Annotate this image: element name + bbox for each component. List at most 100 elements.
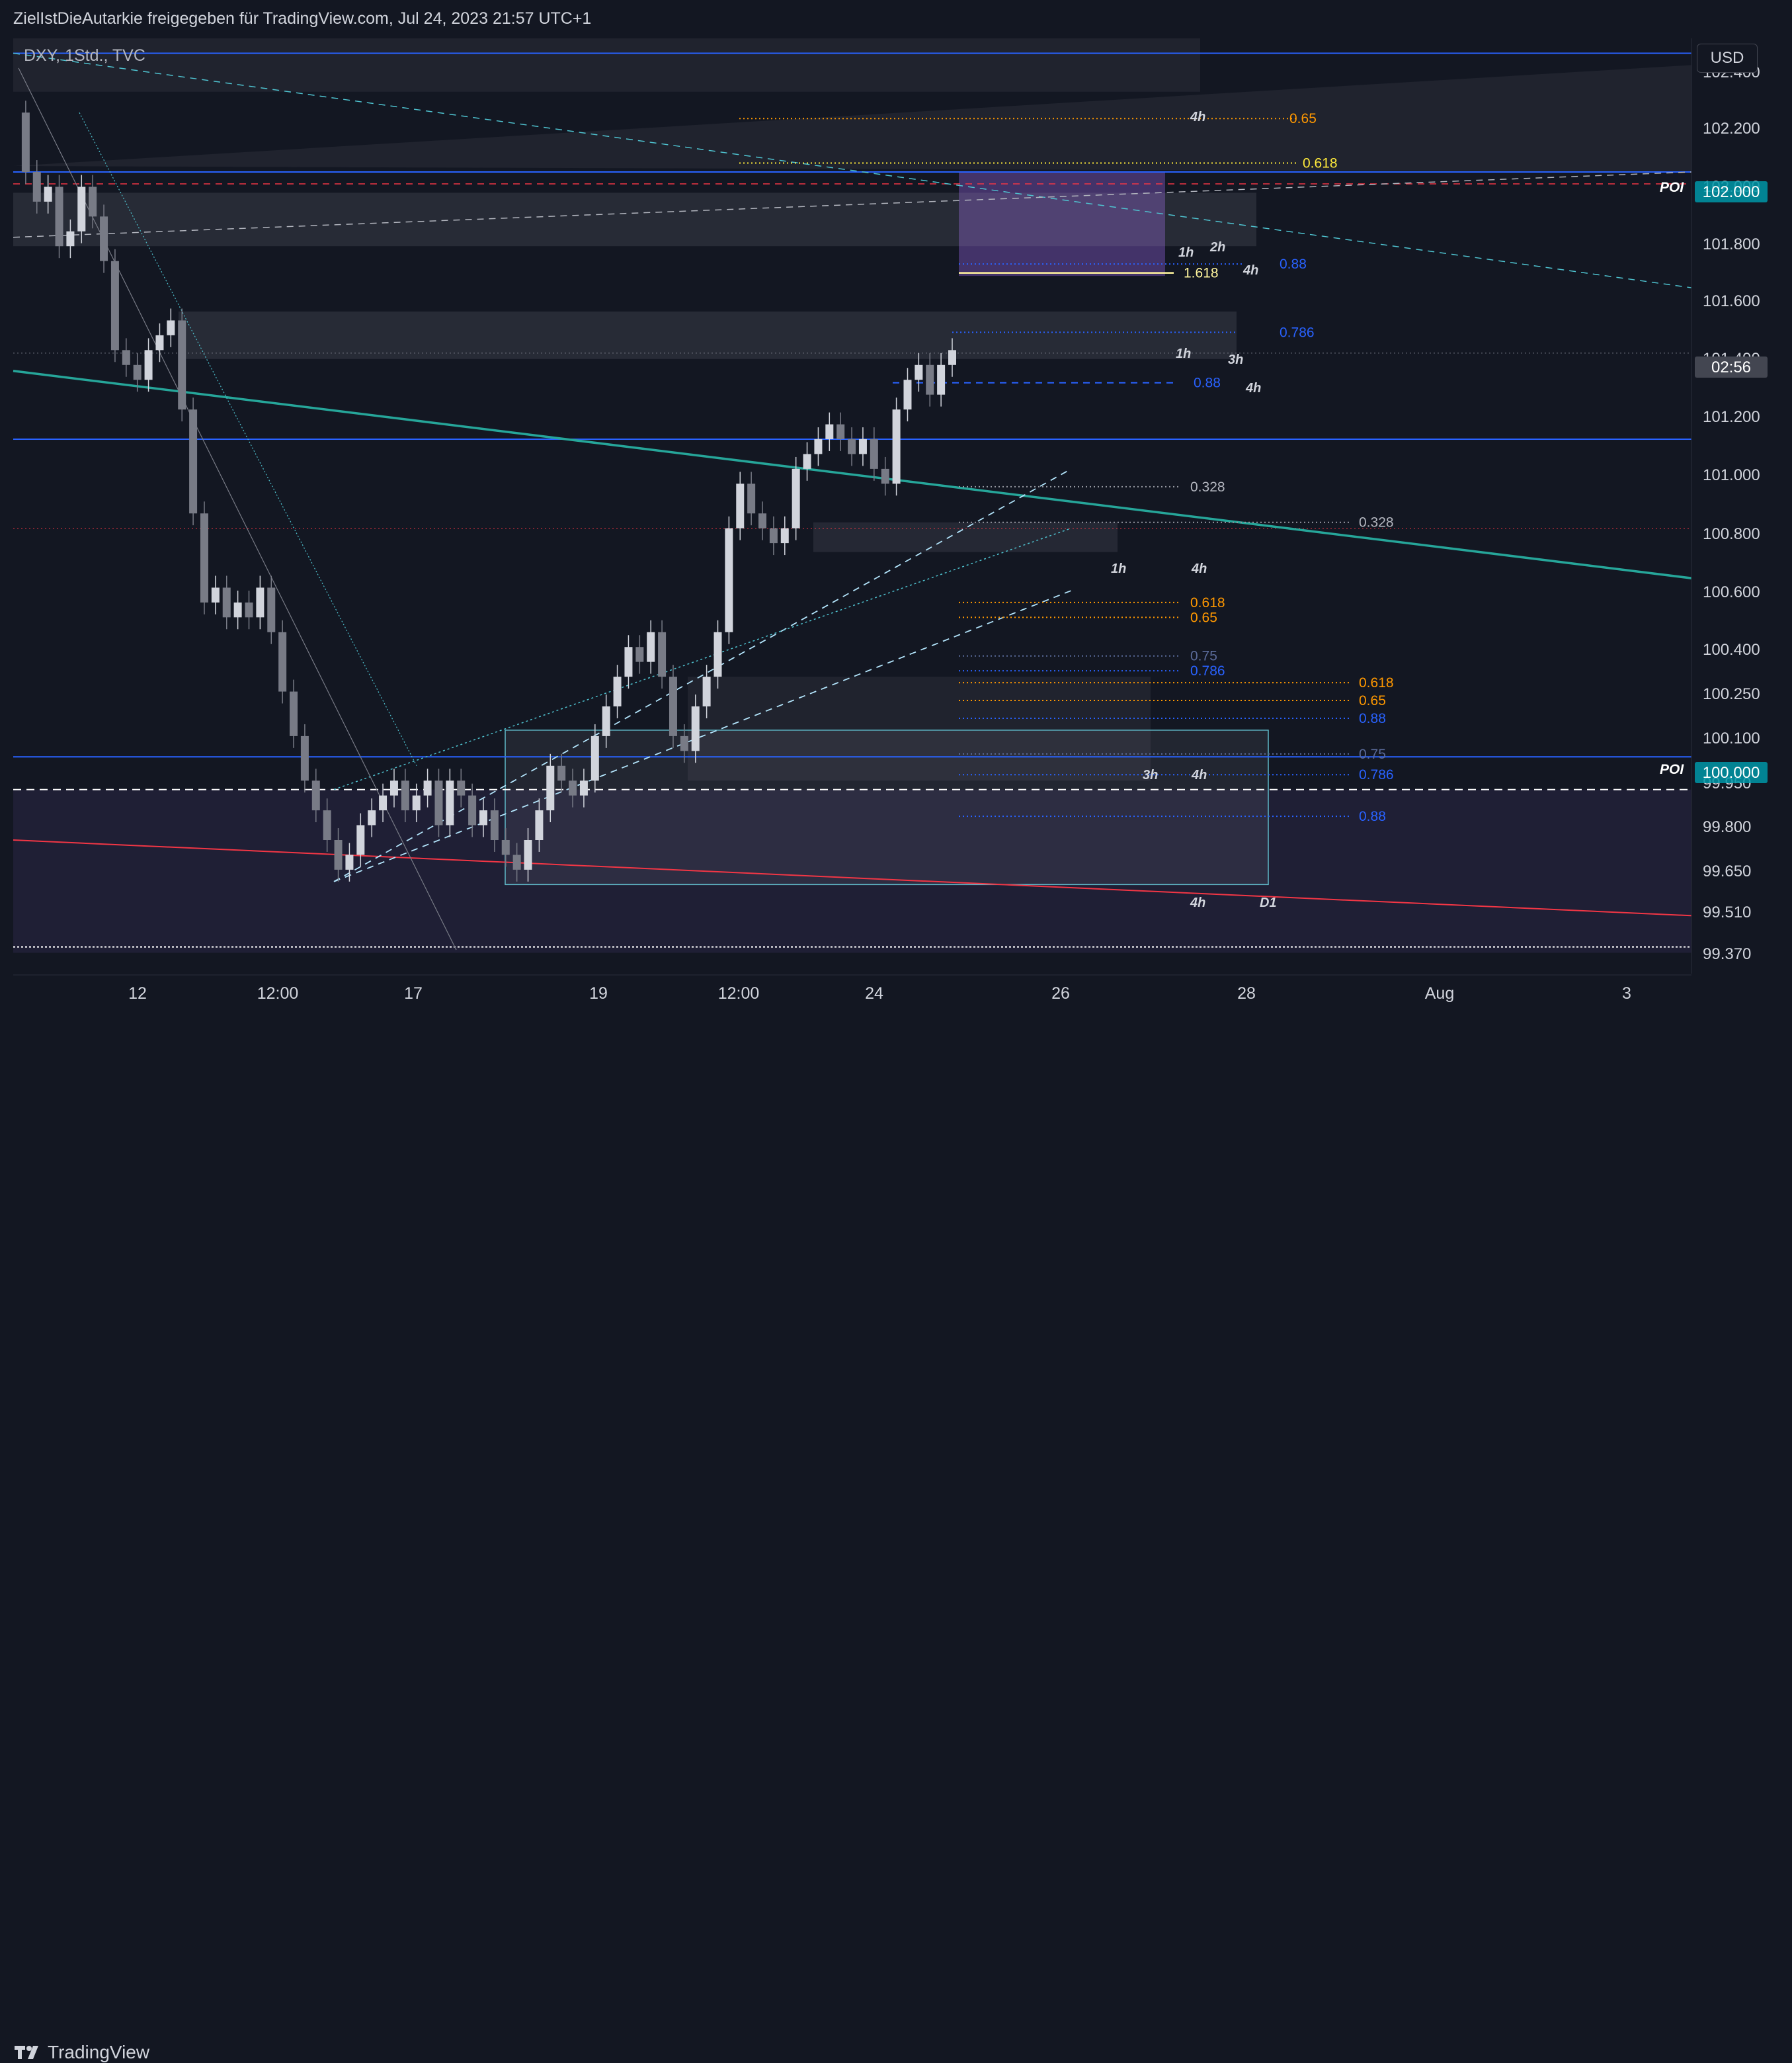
- candle-body: [535, 810, 544, 840]
- price-tag-label: 102.000: [1703, 183, 1760, 201]
- y-tick-label: 99.370: [1703, 945, 1751, 963]
- candle-body: [524, 840, 532, 870]
- candle-body: [44, 187, 52, 202]
- timeframe-label: 4h: [1190, 896, 1205, 910]
- candle-body: [658, 632, 667, 677]
- timeframe-label: 2h: [1209, 240, 1225, 255]
- candle-body: [356, 825, 365, 855]
- price-tag-label: 02:56: [1711, 358, 1751, 376]
- fib-level-label: 0.88: [1359, 711, 1386, 726]
- symbol-label[interactable]: DXY, 1Std., TVC: [24, 46, 145, 65]
- price-chart[interactable]: 0.650.6181.6180.880.7860.880.3280.3280.6…: [0, 0, 1792, 1019]
- candle-body: [211, 587, 220, 603]
- timeframe-label: 1h: [1178, 245, 1194, 260]
- candle-body: [624, 647, 633, 677]
- candle-body: [323, 810, 331, 840]
- candle-body: [870, 439, 878, 469]
- fib-level-label: 0.618: [1359, 675, 1394, 691]
- candle-body: [647, 632, 655, 662]
- y-tick-label: 99.650: [1703, 863, 1751, 880]
- candle-body: [144, 350, 153, 380]
- fib-level-label: 0.75: [1359, 747, 1386, 762]
- candle-body: [814, 439, 823, 454]
- candle-body: [602, 706, 610, 736]
- candle-body: [110, 261, 119, 351]
- candle-body: [579, 780, 588, 796]
- supply-zone-2: [179, 311, 1237, 359]
- candle-body: [858, 439, 867, 454]
- candle-body: [613, 677, 622, 706]
- candle-body: [423, 780, 432, 796]
- candle-body: [122, 350, 130, 365]
- fib-level-label: 0.88: [1359, 809, 1386, 824]
- y-tick-label: 100.600: [1703, 583, 1760, 601]
- candle-body: [345, 855, 354, 870]
- x-tick-label: 12: [128, 984, 147, 1003]
- candle-body: [77, 187, 86, 232]
- candle-body: [233, 602, 242, 618]
- candle-body: [89, 187, 97, 217]
- candle-body: [680, 736, 688, 751]
- candle-body: [245, 602, 253, 618]
- price-tag-label: 100.000: [1703, 764, 1760, 782]
- timeframe-label: 4h: [1190, 110, 1205, 124]
- candle-body: [512, 855, 521, 870]
- candle-body: [200, 513, 208, 603]
- candle-body: [401, 780, 409, 811]
- timeframe-label: 4h: [1242, 263, 1258, 278]
- tradingview-logo[interactable]: TradingView: [13, 2042, 149, 2063]
- demand-zone-1: [813, 522, 1118, 552]
- top-zone: [13, 38, 1200, 92]
- candle-body: [100, 216, 108, 261]
- candle-body: [546, 765, 555, 811]
- candle-body: [758, 513, 767, 528]
- x-tick-label: 26: [1051, 984, 1070, 1003]
- candle-body: [669, 677, 677, 736]
- candle-body: [446, 780, 454, 825]
- y-tick-label: 100.100: [1703, 730, 1760, 747]
- candle-body: [937, 364, 946, 395]
- candle-body: [591, 736, 599, 781]
- y-tick-label: 101.800: [1703, 235, 1760, 253]
- candle-body: [736, 484, 745, 528]
- candle-body: [379, 795, 387, 811]
- currency-button[interactable]: USD: [1697, 44, 1758, 73]
- candle-body: [389, 780, 398, 796]
- candle-body: [490, 810, 499, 840]
- teal-trendline: [13, 370, 1792, 592]
- y-tick-label: 100.400: [1703, 641, 1760, 659]
- x-tick-label: 12:00: [257, 984, 299, 1003]
- y-tick-label: 101.000: [1703, 466, 1760, 484]
- y-tick-label: 100.250: [1703, 685, 1760, 703]
- timeframe-label: 4h: [1245, 381, 1261, 396]
- candle-body: [290, 691, 298, 736]
- fib-level-label: 0.75: [1190, 649, 1217, 664]
- candle-body: [434, 780, 443, 825]
- x-tick-label: Aug: [1425, 984, 1454, 1003]
- candle-body: [713, 632, 722, 677]
- candle-body: [468, 795, 477, 825]
- fib-level-label: 0.786: [1280, 325, 1315, 340]
- zones-layer: [13, 38, 1691, 953]
- candle-body: [479, 810, 487, 825]
- candle-body: [167, 320, 175, 335]
- y-tick-label: 99.800: [1703, 818, 1751, 836]
- y-tick-label: 101.200: [1703, 408, 1760, 426]
- candle-body: [792, 468, 800, 528]
- candle-body: [569, 780, 577, 796]
- candle-body: [368, 810, 376, 825]
- candle-body: [300, 736, 309, 781]
- candle-body: [278, 632, 287, 692]
- candle-body: [825, 424, 834, 439]
- candle-body: [948, 350, 956, 365]
- timeframe-label: 1h: [1111, 562, 1126, 576]
- candle-body: [155, 335, 164, 351]
- candle-body: [725, 528, 733, 632]
- candle-body: [769, 528, 778, 544]
- brand-name: TradingView: [48, 2042, 150, 2062]
- candle-body: [334, 840, 343, 870]
- fib-level-label: 0.88: [1194, 376, 1221, 391]
- timeframe-label: D1: [1260, 896, 1277, 910]
- candle-body: [836, 424, 845, 439]
- candle-body: [691, 706, 700, 751]
